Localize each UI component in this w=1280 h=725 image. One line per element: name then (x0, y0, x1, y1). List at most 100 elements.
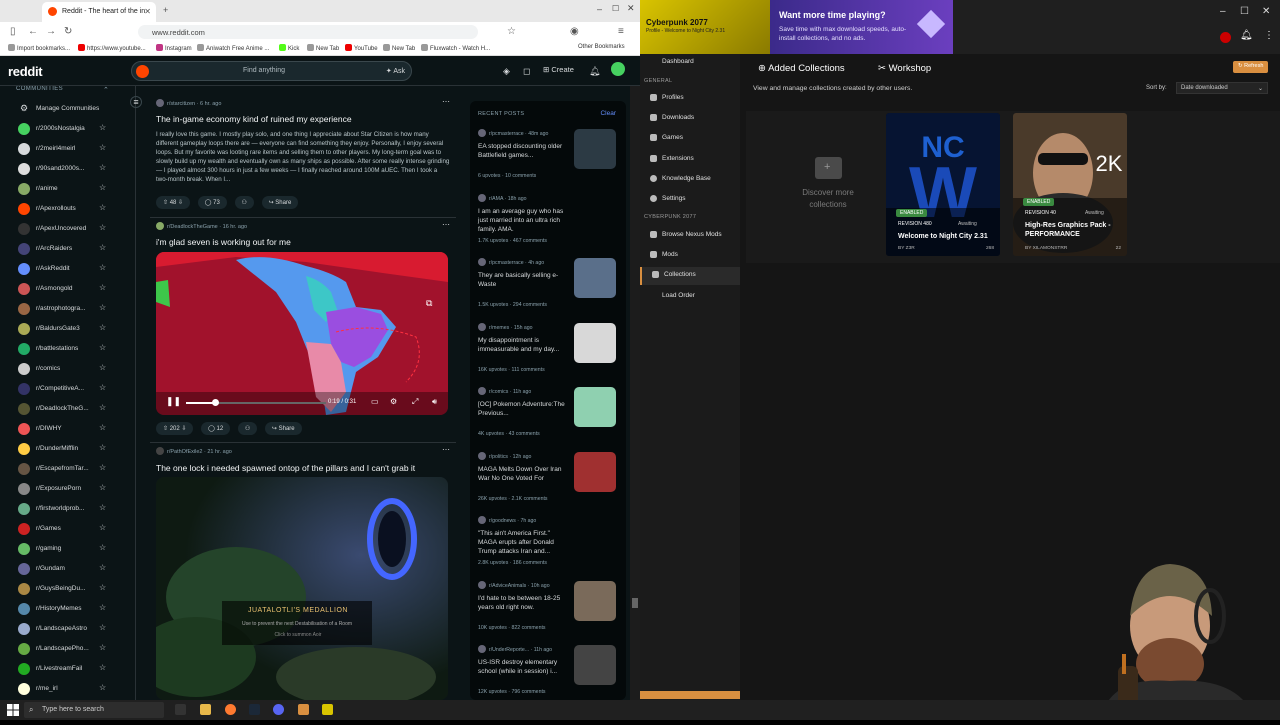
recent-post-item[interactable]: r/goodnews · 7h ago "This ain't America F… (476, 516, 624, 580)
tab-workshop[interactable]: ✂ Workshop (878, 63, 931, 74)
game-banner[interactable]: Cyberpunk 2077 Profile - Welcome to Nigh… (640, 0, 770, 54)
sidebar-item-subreddit[interactable]: r/LivestreamFail ☆ (16, 660, 134, 680)
award-button[interactable]: ⚇ (237, 422, 258, 435)
chat-icon[interactable]: ◻ (523, 66, 530, 77)
scrollbar-thumb[interactable] (632, 598, 638, 608)
recent-post-item[interactable]: r/politics · 12h ago MAGA Melts Down Over… (476, 451, 624, 516)
post-body[interactable]: I really love this game. I mostly play s… (156, 130, 450, 184)
discover-collections-tile[interactable]: + Discover more collections (758, 111, 884, 263)
windows-start-icon[interactable] (7, 704, 19, 716)
sidebar-item-subreddit[interactable]: r/LandscapePho... ☆ (16, 640, 134, 660)
recent-post-item[interactable]: r/memes · 15h ago My disappointment is im… (476, 322, 624, 387)
post-title[interactable]: The in-game economy kind of ruined my ex… (156, 114, 352, 124)
bookmark-item[interactable]: YouTube (345, 44, 378, 52)
video-scrubber[interactable] (212, 399, 219, 406)
post-meta[interactable]: r/PathOfExile2 · 21 hr. ago (156, 447, 232, 455)
favorite-star-icon[interactable]: ☆ (99, 423, 106, 432)
sidebar-item-subreddit[interactable]: r/DeadlockTheG... ☆ (16, 400, 134, 420)
sidebar-collapse-icon[interactable]: ≡ (130, 96, 142, 108)
nav-extensions[interactable]: Extensions (640, 151, 740, 169)
sidebar-item-subreddit[interactable]: r/Gundam ☆ (16, 560, 134, 580)
sidebar-item-subreddit[interactable]: r/BaldursGate3 ☆ (16, 320, 134, 340)
sidebar-item-subreddit[interactable]: r/AskReddit ☆ (16, 260, 134, 280)
url-field[interactable]: www.reddit.com (138, 25, 478, 39)
favorite-star-icon[interactable]: ☆ (99, 563, 106, 572)
refresh-button[interactable]: ↻ Refresh (1233, 61, 1269, 73)
favorite-star-icon[interactable]: ☆ (99, 203, 106, 212)
favorite-star-icon[interactable]: ☆ (99, 223, 106, 232)
favorite-star-icon[interactable]: ☆ (99, 623, 106, 632)
favorite-star-icon[interactable]: ☆ (99, 483, 106, 492)
advertise-icon[interactable]: ◈ (503, 66, 510, 77)
favorite-star-icon[interactable]: ☆ (99, 303, 106, 312)
sidebar-item-subreddit[interactable]: r/Apexrollouts ☆ (16, 200, 134, 220)
sidebar-item-subreddit[interactable]: r/astrophotogra... ☆ (16, 300, 134, 320)
scrollbar[interactable] (630, 86, 640, 700)
extension-icon[interactable]: ◉ (570, 26, 579, 37)
video-player[interactable]: ❚❚ 0:19 / 0:31 ▭ ⚙ ⤢ 🔊︎ ⧉ (156, 252, 448, 415)
favorite-star-icon[interactable]: ☆ (99, 283, 106, 292)
favorite-star-icon[interactable]: ☆ (99, 263, 106, 272)
recent-post-item[interactable]: r/AMA · 18h ago I am an average guy who h… (476, 193, 624, 258)
comments-button[interactable]: ◯ 73 (197, 196, 227, 209)
sidebar-toggle-icon[interactable]: ▯ (10, 26, 16, 37)
sort-select[interactable]: Date downloaded ⌄ (1176, 82, 1268, 94)
video-progress-track[interactable] (186, 399, 326, 406)
favorite-star-icon[interactable]: ☆ (99, 343, 106, 352)
picture-in-picture-icon[interactable]: ⧉ (426, 298, 432, 309)
favorite-star-icon[interactable]: ☆ (99, 383, 106, 392)
favorite-star-icon[interactable]: ☆ (99, 323, 106, 332)
create-button[interactable]: ⊞ Create (543, 65, 574, 74)
menu-icon[interactable]: ≡ (618, 26, 624, 37)
new-tab-icon[interactable]: + (163, 5, 168, 15)
sidebar-item-subreddit[interactable]: r/90sand2000s... ☆ (16, 160, 134, 180)
cyberpunk-icon[interactable] (322, 704, 333, 715)
favorite-star-icon[interactable]: ☆ (99, 243, 106, 252)
more-options-icon[interactable]: ⋮ (1264, 30, 1274, 41)
recent-post-item[interactable]: r/pcmasterrace · 4h ago They are basicall… (476, 258, 624, 322)
search-input[interactable]: Find anything ✦ Ask (131, 61, 412, 81)
maximize-icon[interactable]: ☐ (1240, 6, 1249, 17)
manage-communities[interactable]: ⚙ Manage Communities (16, 100, 134, 120)
sidebar-item-subreddit[interactable]: r/anime ☆ (16, 180, 134, 200)
clear-button[interactable]: Clear (600, 110, 616, 117)
share-button[interactable]: ↪ Share (261, 196, 299, 209)
post-title[interactable]: i'm glad seven is working out for me (156, 237, 291, 247)
bookmark-item[interactable]: New Tab (307, 44, 339, 52)
close-window-icon[interactable]: ✕ (1262, 6, 1270, 17)
discord-icon[interactable] (273, 704, 284, 715)
taskbar-search[interactable]: ⌕ Type here to search (24, 702, 164, 718)
favorite-star-icon[interactable]: ☆ (99, 183, 106, 192)
favorite-star-icon[interactable]: ☆ (99, 603, 106, 612)
favorite-star-icon[interactable]: ☆ (99, 143, 106, 152)
nav-downloads[interactable]: Downloads (640, 110, 740, 128)
sidebar-item-subreddit[interactable]: r/firstworldprob... ☆ (16, 500, 134, 520)
vortex-icon[interactable] (298, 704, 309, 715)
close-tab-icon[interactable]: ✕ (144, 7, 151, 16)
nav-knowledge-base[interactable]: Knowledge Base (640, 171, 740, 189)
bookmark-item[interactable]: Kick (279, 44, 299, 52)
favorite-star-icon[interactable]: ☆ (99, 123, 106, 132)
bookmark-item[interactable]: New Tab (383, 44, 415, 52)
nav-collections[interactable]: Collections (640, 267, 740, 285)
sidebar-item-subreddit[interactable]: r/2000sNostalgia ☆ (16, 120, 134, 140)
sidebar-item-subreddit[interactable]: r/ApexUncovered ☆ (16, 220, 134, 240)
avatar[interactable] (611, 62, 625, 76)
sidebar-item-subreddit[interactable]: r/LandscapeAstro ☆ (16, 620, 134, 640)
reddit-logo[interactable]: reddit (8, 64, 43, 79)
pause-icon[interactable]: ❚❚ (166, 396, 181, 407)
firefox-icon[interactable] (225, 704, 236, 715)
task-view-icon[interactable] (175, 704, 186, 715)
post-image[interactable]: JUATALOTLI'S MEDALLION Use to prevent th… (156, 477, 448, 700)
notification-icon[interactable] (1220, 32, 1231, 43)
sidebar-item-subreddit[interactable]: r/Asmongold ☆ (16, 280, 134, 300)
more-options-icon[interactable]: ⋯ (442, 220, 450, 229)
favorite-star-icon[interactable]: ☆ (99, 683, 106, 692)
more-options-icon[interactable]: ⋯ (442, 445, 450, 454)
recent-post-item[interactable]: r/comics · 11h ago [OC] Pokemon Adventure… (476, 387, 624, 451)
favorite-star-icon[interactable]: ☆ (99, 663, 106, 672)
sidebar-item-subreddit[interactable]: r/DunderMifflin ☆ (16, 440, 134, 460)
bookmark-item[interactable]: https://www.youtube... (78, 44, 146, 52)
sidebar-item-subreddit[interactable]: r/HistoryMemes ☆ (16, 600, 134, 620)
comments-button[interactable]: ◯ 12 (201, 422, 231, 435)
